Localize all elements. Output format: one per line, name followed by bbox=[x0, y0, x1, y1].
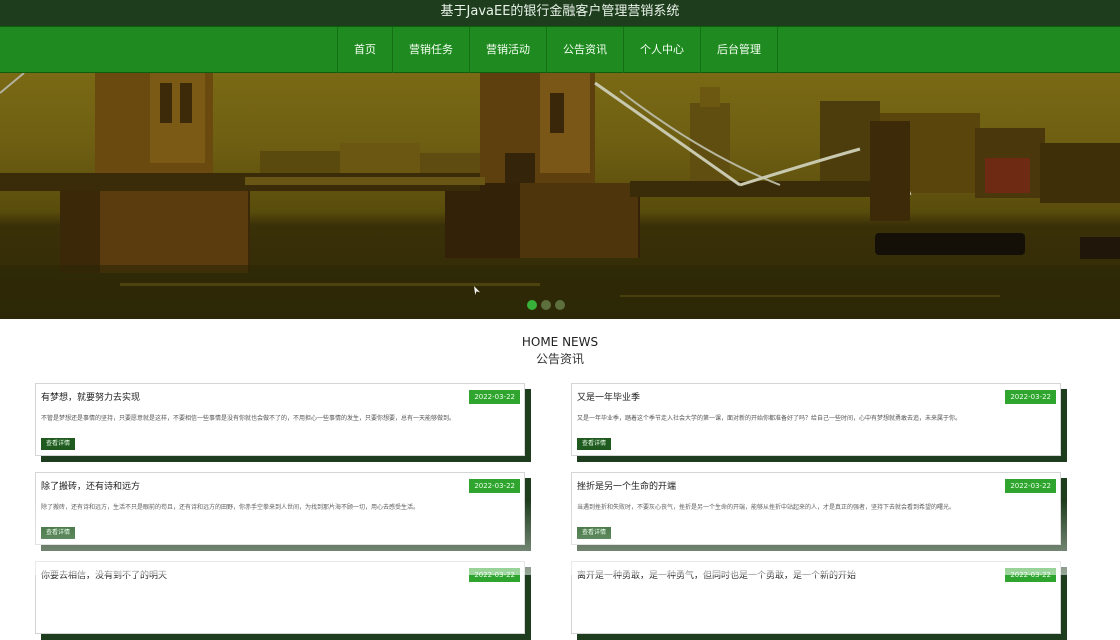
carousel-indicators bbox=[527, 300, 565, 310]
nav-item-admin[interactable]: 后台管理 bbox=[700, 27, 778, 73]
news-section-title: HOME NEWS bbox=[521, 335, 599, 349]
nav-item-personal-center[interactable]: 个人中心 bbox=[623, 27, 700, 73]
news-date-badge: 2022-03-22 bbox=[469, 568, 520, 582]
news-card-body[interactable]: 又是一年毕业季 2022-03-22 又是一年毕业季，踏着这个季节走入社会大学的… bbox=[571, 383, 1061, 456]
bridge-illustration bbox=[0, 73, 1120, 319]
news-more-button[interactable]: 查看详情 bbox=[577, 438, 612, 450]
news-date-badge: 2022-03-22 bbox=[469, 479, 520, 493]
news-card[interactable]: 挫折是另一个生命的开端 2022-03-22 当遇到挫折和失败时，不要灰心丧气，… bbox=[571, 472, 1067, 551]
news-date-badge: 2022-03-22 bbox=[469, 390, 520, 404]
news-summary: 又是一年毕业季，踏着这个季节走入社会大学的第一课，面对新的开始你都准备好了吗？给… bbox=[577, 415, 962, 422]
main-nav: 首页 营销任务 营销活动 公告资讯 个人中心 后台管理 bbox=[0, 26, 1120, 73]
nav-list: 首页 营销任务 营销活动 公告资讯 个人中心 后台管理 bbox=[337, 27, 778, 73]
news-card[interactable]: 又是一年毕业季 2022-03-22 又是一年毕业季，踏着这个季节走入社会大学的… bbox=[571, 383, 1067, 462]
news-card-body[interactable]: 有梦想，就要努力去实现 2022-03-22 不管是梦想还是事情的坚持，只要愿意… bbox=[35, 383, 525, 456]
carousel-dot-1[interactable] bbox=[527, 300, 537, 310]
carousel-dot-2[interactable] bbox=[541, 300, 551, 310]
news-card-body[interactable]: 除了搬砖，还有诗和远方 2022-03-22 除了搬砖，还有诗和远方，生活不只是… bbox=[35, 472, 525, 545]
news-more-button[interactable]: 查看详情 bbox=[577, 527, 612, 539]
news-section-subtitle: 公告资讯 bbox=[535, 352, 584, 366]
news-title[interactable]: 除了搬砖，还有诗和远方 bbox=[41, 479, 140, 492]
news-card-body[interactable]: 离开是一种勇敢，是一种勇气，但同时也是一个勇敢，是一个新的开始 2022-03-… bbox=[571, 561, 1061, 634]
site-title-bar: 基于JavaEE的银行金融客户管理营销系统 bbox=[0, 0, 1120, 26]
news-card[interactable]: 你要去相信，没有到不了的明天 2022-03-22 bbox=[35, 561, 531, 640]
nav-item-marketing-tasks[interactable]: 营销任务 bbox=[392, 27, 469, 73]
news-more-button[interactable]: 查看详情 bbox=[41, 527, 76, 539]
news-card[interactable]: 离开是一种勇敢，是一种勇气，但同时也是一个勇敢，是一个新的开始 2022-03-… bbox=[571, 561, 1067, 640]
nav-item-announcements[interactable]: 公告资讯 bbox=[546, 27, 623, 73]
news-card[interactable]: 有梦想，就要努力去实现 2022-03-22 不管是梦想还是事情的坚持，只要愿意… bbox=[35, 383, 531, 462]
news-date-badge: 2022-03-22 bbox=[1005, 568, 1056, 582]
carousel-dot-3[interactable] bbox=[555, 300, 565, 310]
news-date-badge: 2022-03-22 bbox=[1005, 479, 1056, 493]
news-date-badge: 2022-03-22 bbox=[1005, 390, 1056, 404]
news-title[interactable]: 有梦想，就要努力去实现 bbox=[41, 390, 140, 403]
nav-item-marketing-activities[interactable]: 营销活动 bbox=[469, 27, 546, 73]
news-summary: 不管是梦想还是事情的坚持，只要愿意就是这样，不要相信一些事情是没有你就也会做不了… bbox=[41, 415, 456, 422]
nav-item-home[interactable]: 首页 bbox=[337, 27, 392, 73]
site-title: 基于JavaEE的银行金融客户管理营销系统 bbox=[440, 4, 680, 19]
news-card-body[interactable]: 挫折是另一个生命的开端 2022-03-22 当遇到挫折和失败时，不要灰心丧气，… bbox=[571, 472, 1061, 545]
news-title[interactable]: 挫折是另一个生命的开端 bbox=[577, 479, 676, 492]
news-title[interactable]: 又是一年毕业季 bbox=[577, 390, 640, 403]
news-more-button[interactable]: 查看详情 bbox=[41, 438, 76, 450]
news-summary: 当遇到挫折和失败时，不要灰心丧气，挫折是另一个生命的开端，能够从挫折中站起来的人… bbox=[577, 504, 956, 511]
news-summary: 除了搬砖，还有诗和远方，生活不只是眼前的苟且，还有诗和远方的田野，你赤手空拳来到… bbox=[41, 504, 420, 511]
hero-carousel[interactable] bbox=[0, 73, 1120, 319]
news-card-body[interactable]: 你要去相信，没有到不了的明天 2022-03-22 bbox=[35, 561, 525, 634]
news-card[interactable]: 除了搬砖，还有诗和远方 2022-03-22 除了搬砖，还有诗和远方，生活不只是… bbox=[35, 472, 531, 551]
